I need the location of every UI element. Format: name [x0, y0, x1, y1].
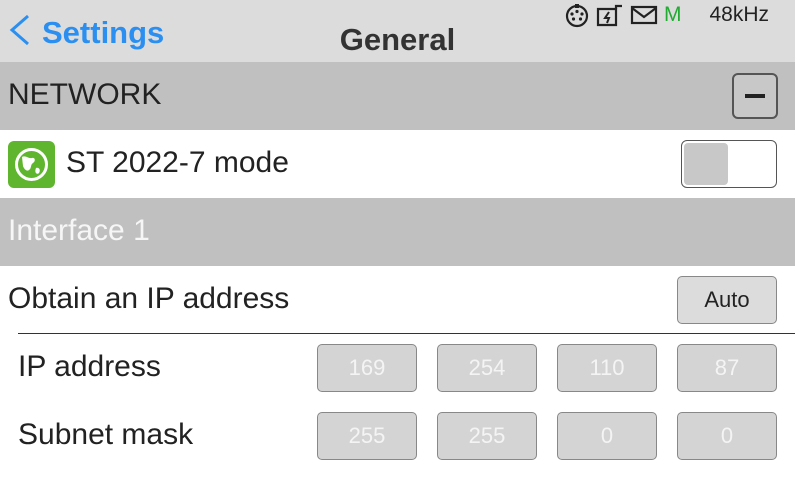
minus-icon [745, 94, 765, 98]
ip-octet-3[interactable]: 110 [557, 344, 657, 392]
collapse-button[interactable] [732, 73, 778, 119]
obtain-ip-button[interactable]: Auto [677, 276, 777, 324]
network-section-header: NETWORK [0, 62, 795, 130]
mail-icon [630, 4, 658, 26]
battery-icon [596, 3, 624, 27]
ip-octet-4[interactable]: 87 [677, 344, 777, 392]
divider [18, 333, 795, 334]
section-title: NETWORK [8, 78, 162, 111]
mask-octet-2[interactable]: 255 [437, 412, 537, 460]
mask-octet-3[interactable]: 0 [557, 412, 657, 460]
title-bar: Settings General M 48kHz [0, 0, 795, 62]
toggle-knob [684, 143, 728, 185]
mask-octet-4[interactable]: 0 [677, 412, 777, 460]
status-bar: M 48kHz [564, 0, 795, 30]
mask-octet-1[interactable]: 255 [317, 412, 417, 460]
ip-address-label: IP address [18, 350, 161, 383]
obtain-ip-label: Obtain an IP address [8, 282, 290, 315]
ip-octet-1[interactable]: 169 [317, 344, 417, 392]
globe-icon [8, 141, 55, 188]
status-m-indicator: M [663, 3, 682, 26]
sample-rate: 48kHz [709, 3, 769, 26]
mode-label: ST 2022-7 mode [66, 146, 289, 179]
midi-icon [564, 2, 590, 28]
mode-toggle[interactable] [681, 140, 777, 188]
subnet-mask-label: Subnet mask [18, 418, 194, 451]
ip-octet-2[interactable]: 254 [437, 344, 537, 392]
interface-title: Interface 1 [8, 214, 150, 247]
